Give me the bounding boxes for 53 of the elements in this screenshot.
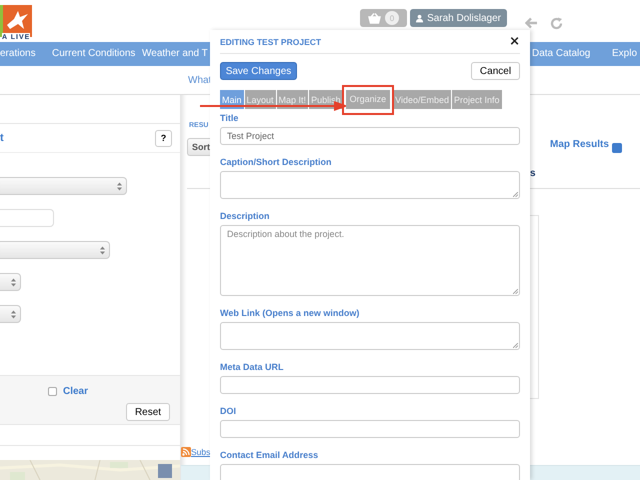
field-label: Web Link (Opens a new window) bbox=[220, 308, 360, 319]
basket-icon bbox=[368, 12, 381, 24]
user-button[interactable]: Sarah Dolislager bbox=[410, 9, 507, 27]
text-area[interactable] bbox=[220, 171, 520, 199]
updown-icon bbox=[100, 246, 105, 255]
back-arrow-icon[interactable] bbox=[525, 17, 538, 29]
select-field[interactable] bbox=[0, 273, 21, 291]
input-field[interactable] bbox=[220, 376, 520, 394]
updown-icon bbox=[11, 310, 16, 319]
select-field[interactable] bbox=[0, 305, 21, 323]
updown-icon bbox=[117, 182, 122, 191]
tab[interactable]: Video/Embed bbox=[393, 90, 451, 109]
checkbox[interactable] bbox=[612, 142, 622, 152]
panel-title: t bbox=[0, 132, 4, 144]
resize-grip-icon bbox=[513, 192, 518, 197]
nav-item[interactable]: Weather and T bbox=[142, 48, 208, 59]
select-field[interactable] bbox=[0, 241, 110, 259]
cancel-button[interactable]: Cancel bbox=[471, 62, 520, 80]
refresh-icon[interactable] bbox=[550, 17, 563, 30]
nav-item[interactable]: Current Conditions bbox=[52, 48, 136, 59]
nav-item[interactable]: erations bbox=[0, 48, 36, 59]
nav-item[interactable]: Explo bbox=[612, 48, 638, 59]
field-label: Title bbox=[220, 113, 240, 124]
resize-grip-icon bbox=[513, 343, 518, 348]
text-area[interactable] bbox=[220, 322, 520, 350]
map-results-label[interactable]: Map Results bbox=[550, 139, 609, 150]
reset-button[interactable]: Reset bbox=[126, 403, 170, 421]
field-label: Contact Email Address bbox=[220, 450, 320, 461]
field-label: Caption/Short Description bbox=[220, 157, 333, 168]
field-label: Description bbox=[220, 211, 271, 222]
resize-grip-icon bbox=[513, 289, 518, 294]
rss-icon bbox=[181, 447, 191, 457]
text-area[interactable]: Description about the project. bbox=[220, 225, 520, 296]
tab[interactable]: Organize bbox=[346, 90, 390, 108]
person-icon bbox=[416, 12, 424, 24]
input-field[interactable]: Test Project bbox=[220, 127, 520, 145]
checkbox[interactable] bbox=[48, 387, 57, 396]
select-field[interactable] bbox=[0, 177, 127, 195]
modal-title: EDITING TEST PROJECT bbox=[220, 36, 322, 46]
clear-label[interactable]: Clear bbox=[63, 386, 88, 397]
nav-item[interactable]: Data Catalog bbox=[532, 48, 590, 59]
subscribe-link[interactable]: Subs bbox=[191, 447, 210, 457]
close-button[interactable]: × bbox=[509, 34, 520, 49]
field-label: Meta Data URL bbox=[220, 362, 285, 373]
updown-icon bbox=[11, 278, 16, 287]
column-heading: s bbox=[530, 168, 536, 179]
save-button[interactable]: Save Changes bbox=[220, 62, 297, 80]
tab[interactable]: Project Info bbox=[452, 90, 502, 109]
field-label: DOI bbox=[220, 406, 238, 417]
input-field[interactable] bbox=[220, 420, 520, 438]
help-button[interactable]: ? bbox=[155, 130, 172, 146]
input-field[interactable] bbox=[0, 209, 54, 227]
subnav-link[interactable]: What bbox=[188, 75, 212, 86]
